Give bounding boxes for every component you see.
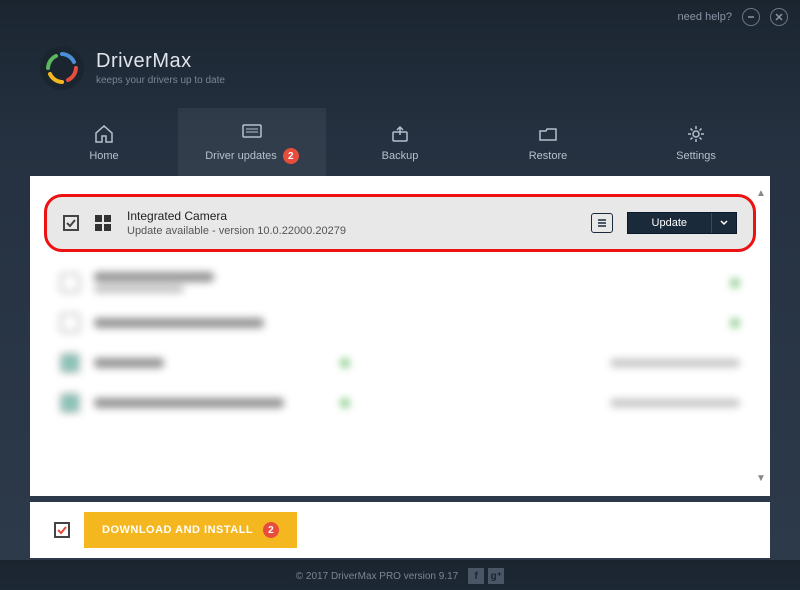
close-icon xyxy=(775,13,783,21)
facebook-icon[interactable]: f xyxy=(468,568,484,584)
driver-checkbox[interactable] xyxy=(63,215,79,231)
driver-list: Integrated Camera Update available - ver… xyxy=(30,176,770,496)
windows-icon xyxy=(93,213,113,233)
minimize-button[interactable] xyxy=(742,8,760,26)
nav-restore[interactable]: Restore xyxy=(474,108,622,176)
nav-label: Settings xyxy=(676,150,716,162)
updates-badge: 2 xyxy=(283,148,299,164)
scroll-up-icon[interactable]: ▲ xyxy=(756,188,766,199)
driver-row-blurred xyxy=(30,303,770,343)
scroll-down-icon[interactable]: ▼ xyxy=(756,473,766,484)
header: DriverMax keeps your drivers up to date xyxy=(0,34,800,108)
copyright-text: © 2017 DriverMax PRO version 9.17 xyxy=(296,571,458,582)
home-icon xyxy=(93,124,115,144)
update-dropdown[interactable] xyxy=(712,213,736,233)
app-tagline: keeps your drivers up to date xyxy=(96,75,225,86)
google-plus-icon[interactable]: g⁺ xyxy=(488,568,504,584)
social-links: f g⁺ xyxy=(468,568,504,584)
nav-backup[interactable]: Backup xyxy=(326,108,474,176)
nav-home[interactable]: Home xyxy=(30,108,178,176)
update-button-label: Update xyxy=(628,213,712,233)
scrollbar[interactable]: ▲ ▼ xyxy=(754,188,768,484)
nav-label: Restore xyxy=(529,150,568,162)
nav-label: Backup xyxy=(382,150,419,162)
updates-icon xyxy=(241,122,263,142)
app-title: DriverMax xyxy=(96,50,225,73)
driver-row-blurred xyxy=(30,262,770,303)
close-button[interactable] xyxy=(770,8,788,26)
nav-settings[interactable]: Settings xyxy=(622,108,770,176)
details-button[interactable] xyxy=(591,213,613,233)
driver-row-blurred xyxy=(30,383,770,423)
driver-row-blurred xyxy=(30,343,770,383)
driver-status: Update available - version 10.0.22000.20… xyxy=(127,225,577,237)
settings-icon xyxy=(685,124,707,144)
chevron-down-icon xyxy=(720,220,728,226)
minimize-icon xyxy=(747,13,755,21)
download-label: DOWNLOAD AND INSTALL xyxy=(102,524,253,536)
driver-name: Integrated Camera xyxy=(127,209,577,223)
nav-label: Driver updates xyxy=(205,150,277,162)
driver-row-highlighted[interactable]: Integrated Camera Update available - ver… xyxy=(44,194,756,252)
bottom-bar: © 2017 DriverMax PRO version 9.17 f g⁺ xyxy=(0,558,800,590)
brand-text: DriverMax keeps your drivers up to date xyxy=(96,50,225,86)
check-icon xyxy=(66,218,76,228)
app-logo xyxy=(40,46,84,90)
help-link[interactable]: need help? xyxy=(678,11,732,23)
driver-info: Integrated Camera Update available - ver… xyxy=(127,209,577,237)
restore-icon xyxy=(537,124,559,144)
download-install-button[interactable]: DOWNLOAD AND INSTALL 2 xyxy=(84,512,297,548)
nav-label: Home xyxy=(89,150,118,162)
title-bar: need help? xyxy=(0,0,800,34)
main-nav: Home Driver updates 2 Backup Restore Set… xyxy=(0,108,800,176)
backup-icon xyxy=(389,124,411,144)
nav-driver-updates[interactable]: Driver updates 2 xyxy=(178,108,326,176)
select-all-checkbox[interactable] xyxy=(54,522,70,538)
download-badge: 2 xyxy=(263,522,279,538)
footer-bar: DOWNLOAD AND INSTALL 2 xyxy=(30,502,770,558)
check-icon xyxy=(57,525,67,535)
logo-icon xyxy=(44,50,80,86)
update-button[interactable]: Update xyxy=(627,212,737,234)
list-icon xyxy=(596,217,608,229)
